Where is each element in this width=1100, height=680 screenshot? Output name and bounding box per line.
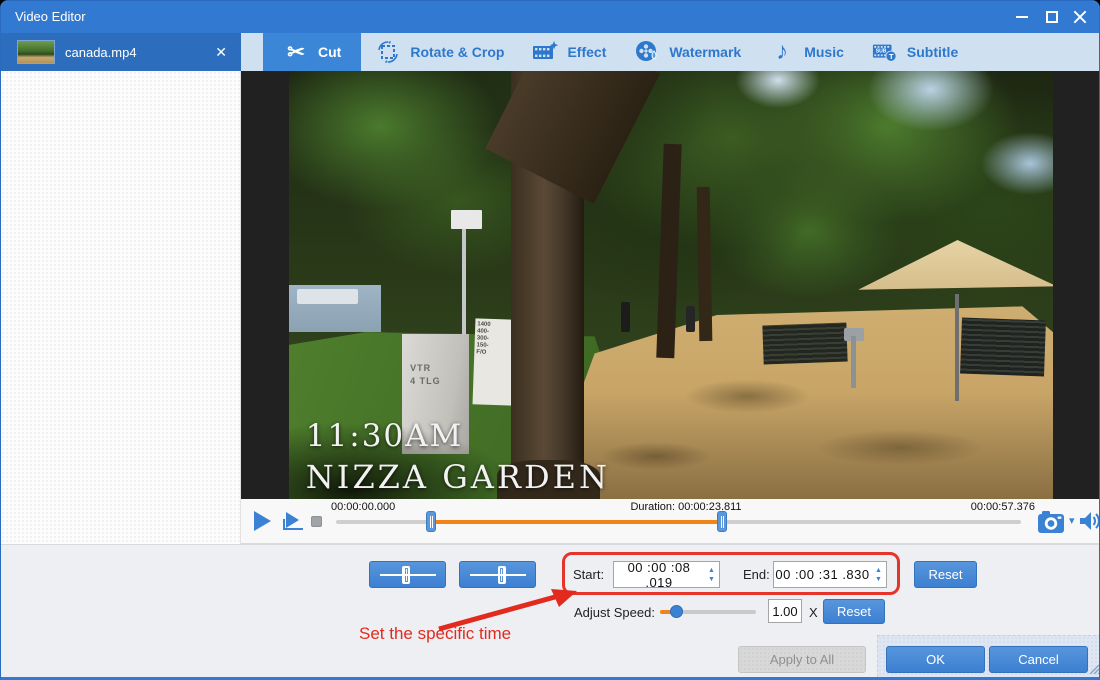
svg-text:SUB: SUB xyxy=(876,49,887,55)
cancel-label: Cancel xyxy=(1018,652,1058,667)
maximize-button[interactable] xyxy=(1037,1,1067,33)
resize-grip[interactable] xyxy=(1087,661,1099,679)
stop-button[interactable] xyxy=(311,516,322,527)
speed-value-field[interactable]: 1.00 xyxy=(768,599,802,623)
ok-label: OK xyxy=(926,652,945,667)
close-icon xyxy=(1073,10,1087,24)
main-area: 1400 400- 300- 150- F/O VTR 4 TLG 11:30A… xyxy=(1,71,1099,499)
tab-subtitle[interactable]: SUBT Subtitle xyxy=(858,33,972,71)
tab-cut[interactable]: ✂ Cut xyxy=(263,33,361,71)
preview-viewport: 1400 400- 300- 150- F/O VTR 4 TLG 11:30A… xyxy=(241,71,1100,499)
maximize-icon xyxy=(1046,11,1058,23)
video-frame: 1400 400- 300- 150- F/O VTR 4 TLG 11:30A… xyxy=(289,71,1053,499)
playback-bar: 00:00:00.000 Duration: 00:00:23.811 00:0… xyxy=(241,499,1100,544)
video-overlay-title: NIZZA GARDEN xyxy=(306,458,610,496)
spin-up-icon[interactable]: ▲ xyxy=(875,566,882,575)
reset-range-button[interactable]: Reset xyxy=(914,561,977,588)
speed-value: 1.00 xyxy=(772,604,797,619)
volume-button[interactable] xyxy=(1079,509,1100,533)
speed-unit: X xyxy=(809,605,818,620)
start-spin-buttons: ▲ ▼ xyxy=(704,562,719,587)
cut-scissors-icon: ✂ xyxy=(283,39,309,65)
start-time-value[interactable]: 00 :00 :08 .019 xyxy=(614,560,704,590)
window-title: Video Editor xyxy=(15,1,86,33)
file-tab-canada[interactable]: canada.mp4 ✕ xyxy=(1,33,241,71)
reset-speed-label: Reset xyxy=(837,604,871,619)
ok-button[interactable]: OK xyxy=(886,646,985,673)
watermark-icon xyxy=(634,39,660,65)
minimize-button[interactable] xyxy=(1007,1,1037,33)
speed-slider[interactable] xyxy=(660,605,756,619)
video-editor-window: Video Editor canada.mp4 ✕ ✂ Cut Rotate &… xyxy=(0,0,1100,680)
play-button[interactable] xyxy=(254,511,271,531)
play-segment-underline xyxy=(283,519,303,530)
tab-watermark[interactable]: Watermark xyxy=(620,33,755,71)
tab-music[interactable]: ♪ Music xyxy=(755,33,858,71)
effect-icon xyxy=(532,39,558,65)
svg-text:T: T xyxy=(889,52,894,61)
apply-to-all-label: Apply to All xyxy=(770,652,834,667)
snapshot-button[interactable] xyxy=(1038,510,1066,533)
tab-watermark-label: Watermark xyxy=(669,44,741,60)
tab-rotate-crop[interactable]: Rotate & Crop xyxy=(361,33,518,71)
reset-speed-button[interactable]: Reset xyxy=(823,599,885,624)
start-time-spinner[interactable]: 00 :00 :08 .019 ▲ ▼ xyxy=(613,561,720,588)
tab-row: canada.mp4 ✕ ✂ Cut Rotate & Crop Effect xyxy=(1,33,1099,71)
tab-cut-label: Cut xyxy=(318,44,341,60)
speed-thumb[interactable] xyxy=(670,605,683,618)
tab-subtitle-label: Subtitle xyxy=(907,44,958,60)
range-handle-start[interactable] xyxy=(426,511,436,532)
minimize-icon xyxy=(1016,16,1028,18)
title-bar: Video Editor xyxy=(1,1,1099,33)
set-end-trim-button[interactable] xyxy=(459,561,536,588)
spin-down-icon[interactable]: ▼ xyxy=(875,575,882,584)
end-time-value[interactable]: 00 :00 :31 .830 xyxy=(774,567,871,582)
spin-down-icon[interactable]: ▼ xyxy=(708,575,715,584)
start-label: Start: xyxy=(573,567,604,582)
tab-effect-label: Effect xyxy=(567,44,606,60)
cut-control-panel: Start: 00 :00 :08 .019 ▲ ▼ End: 00 :00 :… xyxy=(1,544,1100,680)
cancel-button[interactable]: Cancel xyxy=(989,646,1088,673)
trim-end-icon xyxy=(470,566,526,584)
annotation-text: Set the specific time xyxy=(359,624,511,644)
file-thumbnail xyxy=(17,40,55,64)
spin-up-icon[interactable]: ▲ xyxy=(708,566,715,575)
end-spin-buttons: ▲ ▼ xyxy=(871,562,886,587)
rotate-crop-icon xyxy=(375,39,401,65)
apply-to-all-button[interactable]: Apply to All xyxy=(738,646,866,673)
range-fill xyxy=(431,520,721,524)
end-time-spinner[interactable]: 00 :00 :31 .830 ▲ ▼ xyxy=(773,561,887,588)
snapshot-dropdown-icon[interactable]: ▾ xyxy=(1069,514,1075,527)
close-button[interactable] xyxy=(1065,1,1095,33)
set-start-trim-button[interactable] xyxy=(369,561,446,588)
tool-tabs: ✂ Cut Rotate & Crop Effect Watermark xyxy=(241,33,1100,71)
seek-slider[interactable] xyxy=(336,511,1021,532)
speaker-icon xyxy=(1079,509,1100,533)
camera-icon xyxy=(1038,510,1066,533)
video-overlay-time: 11:30AM xyxy=(306,418,463,454)
end-label: End: xyxy=(743,567,770,582)
tab-effect[interactable]: Effect xyxy=(518,33,620,71)
tab-rotate-crop-label: Rotate & Crop xyxy=(410,44,504,60)
trim-start-icon xyxy=(380,566,436,584)
file-list-sidebar xyxy=(1,71,241,544)
subtitle-icon: SUBT xyxy=(872,39,898,65)
adjust-speed-label: Adjust Speed: xyxy=(574,605,655,620)
file-close-icon[interactable]: ✕ xyxy=(215,44,227,61)
range-handle-end[interactable] xyxy=(717,511,727,532)
music-note-icon: ♪ xyxy=(769,39,795,65)
play-segment-button[interactable] xyxy=(283,511,305,533)
tab-music-label: Music xyxy=(804,44,844,60)
file-name: canada.mp4 xyxy=(65,45,215,60)
reset-range-label: Reset xyxy=(929,567,963,582)
